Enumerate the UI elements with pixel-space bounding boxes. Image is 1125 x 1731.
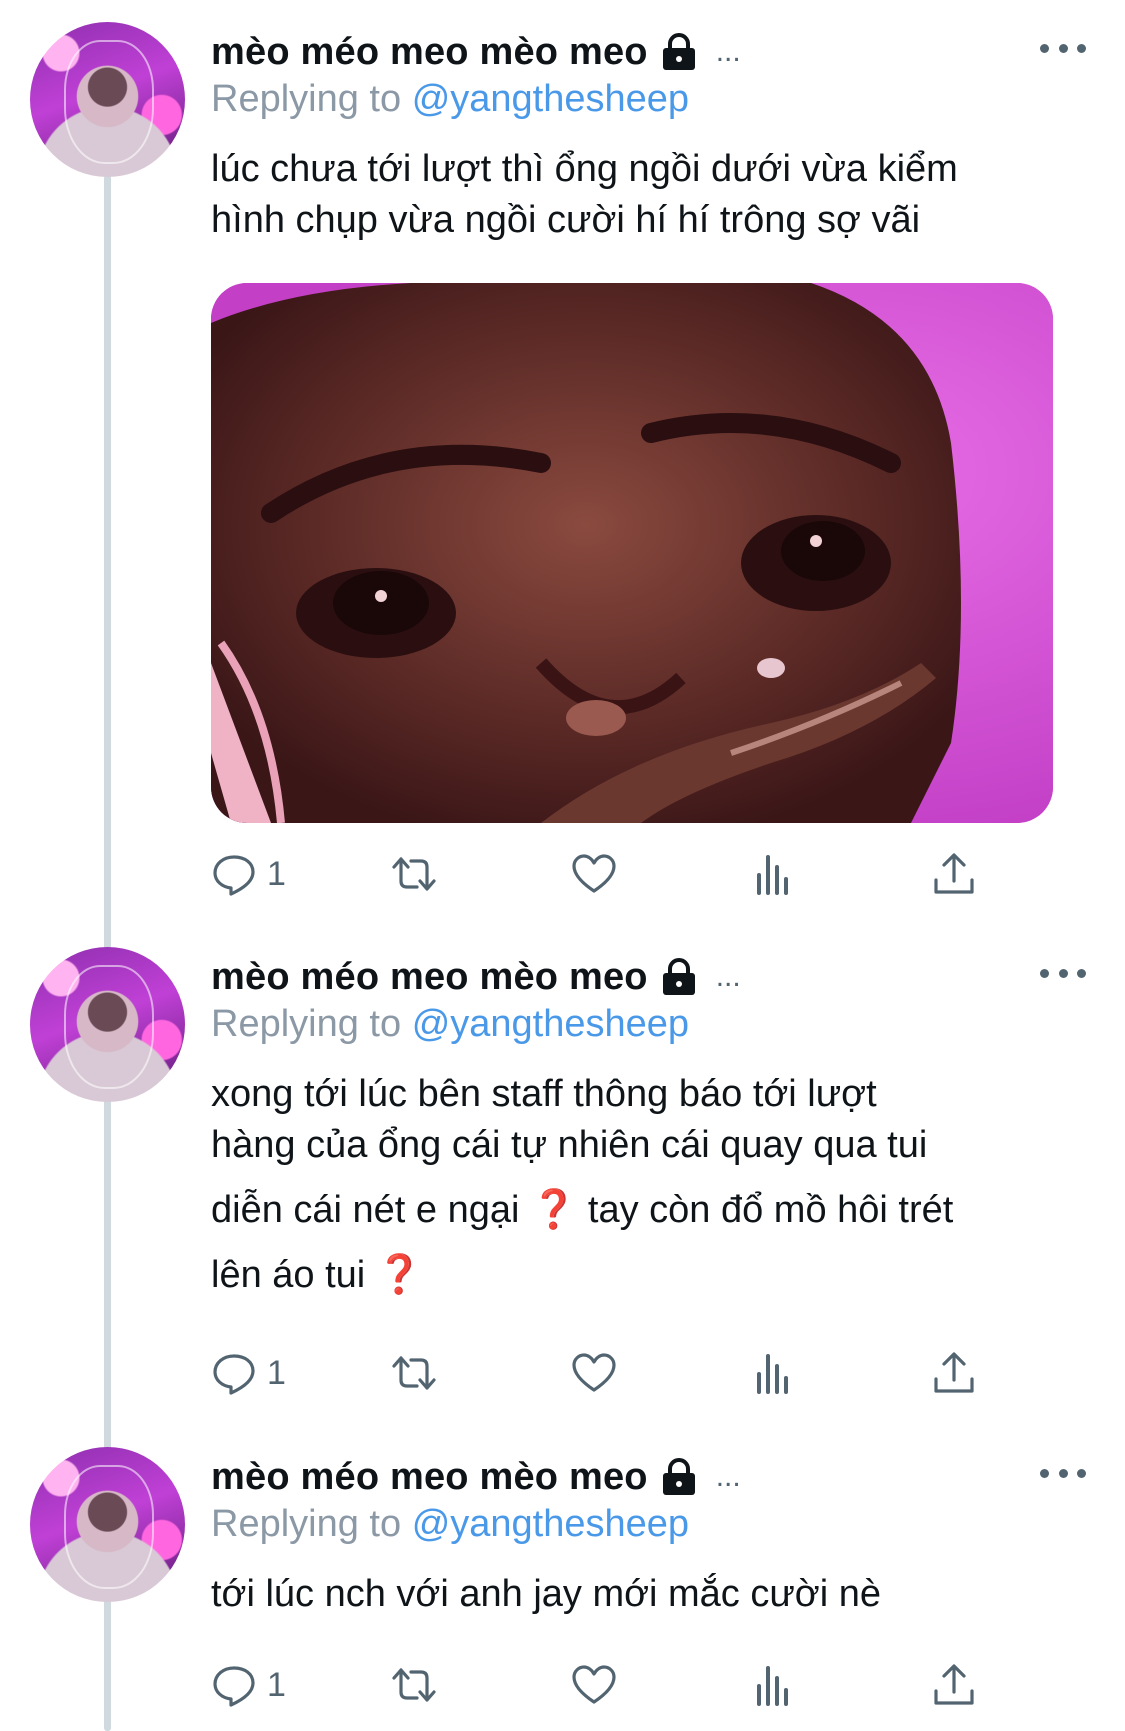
tweet-text-line: hình chụp vừa ngồi cười hí hí trông sợ v… — [211, 199, 921, 241]
like-button[interactable] — [571, 1348, 617, 1398]
tweet-text-line: lên áo tui ❓ — [211, 1250, 1091, 1301]
reply-button[interactable]: 1 — [211, 1348, 286, 1398]
retweet-icon — [392, 857, 436, 891]
tweet-actions: 1 — [211, 1348, 1091, 1398]
mention-link[interactable]: @yangthesheep — [412, 1503, 689, 1545]
tweet-image[interactable] — [211, 283, 1053, 823]
reply-button[interactable]: 1 — [211, 1660, 286, 1710]
reply-button[interactable]: 1 — [211, 849, 286, 899]
retweet-button[interactable] — [391, 849, 437, 899]
reply-icon — [213, 1666, 255, 1707]
more-horizontal-icon[interactable] — [1040, 33, 1086, 63]
share-button[interactable] — [931, 849, 977, 899]
tweet-text-line: tới lúc nch với anh jay mới mắc cười nè — [211, 1573, 881, 1615]
replying-to: Replying to @yangthesheep — [211, 1503, 689, 1546]
heart-icon — [572, 854, 616, 893]
author-name[interactable]: mèo méo meo mèo meo — [211, 956, 648, 999]
author-handle-truncated: ... — [715, 960, 741, 993]
tweet-text-line: hàng của ổng cái tự nhiên cái quay qua t… — [211, 1124, 928, 1166]
tweet-text: xong tới lúc bên staff thông báo tới lượ… — [211, 1069, 1091, 1301]
tweet-text-segment: diễn cái nét e ngại — [211, 1189, 520, 1231]
more-horizontal-icon[interactable] — [1040, 958, 1086, 988]
more-horizontal-icon[interactable] — [1040, 1458, 1086, 1488]
reply-icon — [213, 855, 255, 896]
author-handle-truncated: ... — [715, 1460, 741, 1493]
tweet[interactable]: mèo méo meo mèo meo ... Replying to @yan… — [0, 1430, 1125, 1731]
tweet-text: lúc chưa tới lượt thì ổng ngồi dưới vừa … — [211, 144, 1091, 246]
like-button[interactable] — [571, 849, 617, 899]
tweet-text-line: xong tới lúc bên staff thông báo tới lượ… — [211, 1073, 877, 1115]
like-button[interactable] — [571, 1660, 617, 1710]
replying-to-label: Replying to — [211, 1503, 402, 1545]
avatar[interactable] — [30, 22, 185, 177]
author-name[interactable]: mèo méo meo mèo meo — [211, 1456, 648, 1499]
tweet-text-segment: lên áo tui — [211, 1254, 366, 1296]
analytics-icon — [757, 855, 788, 895]
replying-to: Replying to @yangthesheep — [211, 1003, 689, 1046]
face-photo — [211, 283, 1053, 823]
lock-icon — [662, 958, 695, 995]
reply-count: 1 — [267, 854, 286, 893]
retweet-icon — [392, 1668, 436, 1702]
mention-link[interactable]: @yangthesheep — [412, 78, 689, 120]
heart-icon — [572, 1353, 616, 1392]
reply-count: 1 — [267, 1665, 286, 1704]
tweet-text: tới lúc nch với anh jay mới mắc cười nè — [211, 1569, 1091, 1620]
analytics-button[interactable] — [751, 1660, 797, 1710]
share-icon — [934, 1352, 974, 1393]
reply-icon — [213, 1354, 255, 1395]
mention-link[interactable]: @yangthesheep — [412, 1003, 689, 1045]
analytics-icon — [757, 1354, 788, 1394]
analytics-button[interactable] — [751, 1348, 797, 1398]
tweet-text-line: lúc chưa tới lượt thì ổng ngồi dưới vừa … — [211, 148, 958, 190]
author-name[interactable]: mèo méo meo mèo meo — [211, 31, 648, 74]
lock-icon — [662, 33, 695, 70]
tweet-text-segment: tay còn đổ mồ hôi trét — [587, 1189, 954, 1231]
retweet-button[interactable] — [391, 1348, 437, 1398]
share-button[interactable] — [931, 1348, 977, 1398]
tweet-actions: 1 — [211, 849, 1091, 899]
tweet[interactable]: mèo méo meo mèo meo ... Replying to @yan… — [0, 930, 1125, 1430]
replying-to-label: Replying to — [211, 1003, 402, 1045]
question-mark-emoji: ❓ — [375, 1254, 424, 1296]
lock-icon — [662, 1458, 695, 1495]
tweet-actions: 1 — [211, 1660, 1091, 1710]
author-handle-truncated: ... — [715, 35, 741, 68]
tweet[interactable]: mèo méo meo mèo meo ... Replying to @yan… — [0, 0, 1125, 930]
reply-count: 1 — [267, 1353, 286, 1392]
analytics-icon — [757, 1666, 788, 1706]
question-mark-emoji: ❓ — [530, 1189, 578, 1231]
tweet-text-line: diễn cái nét e ngại ❓ tay còn đổ mồ hôi … — [211, 1185, 1091, 1236]
heart-icon — [572, 1665, 616, 1704]
retweet-button[interactable] — [391, 1660, 437, 1710]
retweet-icon — [392, 1356, 436, 1390]
replying-to: Replying to @yangthesheep — [211, 78, 689, 121]
share-button[interactable] — [931, 1660, 977, 1710]
share-icon — [934, 1664, 974, 1705]
analytics-button[interactable] — [751, 849, 797, 899]
replying-to-label: Replying to — [211, 78, 402, 120]
avatar[interactable] — [30, 1447, 185, 1602]
share-icon — [934, 853, 974, 894]
avatar[interactable] — [30, 947, 185, 1102]
